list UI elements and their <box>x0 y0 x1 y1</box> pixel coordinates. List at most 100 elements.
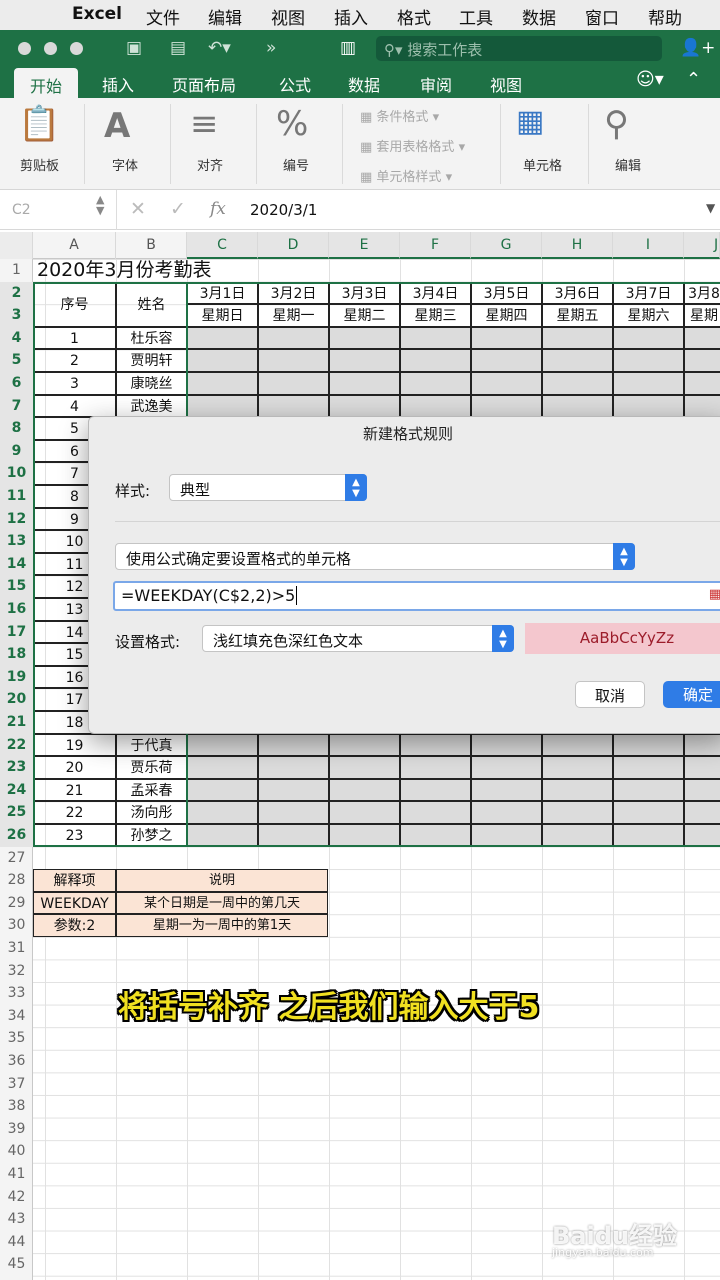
column-header-h[interactable]: H <box>542 232 613 259</box>
menu-window[interactable]: 窗口 <box>585 4 619 29</box>
row-header[interactable]: 15 <box>0 575 33 598</box>
row-header[interactable]: 20 <box>0 688 33 711</box>
smiley-feedback-icon[interactable]: ☺▾ <box>636 69 664 90</box>
attendance-cell[interactable] <box>187 349 258 372</box>
row-no[interactable]: 4 <box>33 394 116 418</box>
attendance-cell[interactable] <box>187 394 258 418</box>
row-header[interactable]: 11 <box>0 485 33 508</box>
attendance-cell[interactable] <box>542 733 613 757</box>
attendance-cell[interactable] <box>613 824 684 847</box>
cell-style-button[interactable]: ▦ 单元格样式 ▾ <box>360 166 452 185</box>
row-header[interactable]: 29 <box>0 892 33 915</box>
row-header[interactable]: 13 <box>0 530 33 553</box>
date-header[interactable]: 3月7日 <box>613 281 684 305</box>
column-header-b[interactable]: B <box>116 232 187 259</box>
attendance-cell[interactable] <box>542 801 613 824</box>
attendance-cell[interactable] <box>187 756 258 779</box>
row-header[interactable]: 23 <box>0 756 33 779</box>
align-icon[interactable]: ≡ <box>190 104 219 144</box>
row-no[interactable]: 3 <box>33 372 116 395</box>
expand-formula-icon[interactable]: ▼ <box>706 201 715 215</box>
rule-type-dropdown[interactable]: 使用公式确定要设置格式的单元格 ▲ ▼ <box>115 543 635 570</box>
row-header[interactable]: 6 <box>0 372 33 395</box>
row-name[interactable]: 于代真 <box>116 733 187 757</box>
row-header[interactable]: 14 <box>0 552 33 576</box>
row-header[interactable]: 2 <box>0 281 33 305</box>
zoom-window-button[interactable] <box>70 42 83 55</box>
attendance-cell[interactable] <box>258 394 329 418</box>
row-name[interactable]: 武逸美 <box>116 394 187 418</box>
menu-file[interactable]: 文件 <box>146 4 180 29</box>
attendance-cell[interactable] <box>400 733 471 757</box>
attendance-cell[interactable] <box>684 326 720 350</box>
notes-term[interactable]: WEEKDAY <box>33 891 116 915</box>
attendance-cell[interactable] <box>471 394 542 418</box>
tab-home[interactable]: 开始 <box>14 68 78 98</box>
row-header[interactable]: 24 <box>0 778 33 802</box>
formula-input[interactable]: 2020/3/1 <box>250 201 317 219</box>
row-header[interactable]: 35 <box>0 1027 33 1050</box>
row-header[interactable]: 21 <box>0 711 33 734</box>
tab-review[interactable]: 审阅 <box>420 72 452 96</box>
attendance-cell[interactable] <box>684 372 720 395</box>
format-dropdown[interactable]: 浅红填充色深红色文本 ▲ ▼ <box>202 625 514 652</box>
attendance-cell[interactable] <box>613 326 684 350</box>
row-header[interactable]: 39 <box>0 1118 33 1141</box>
paste-icon[interactable]: 📋 <box>18 104 60 144</box>
more-icon[interactable]: » <box>266 38 276 58</box>
attendance-cell[interactable] <box>329 326 400 350</box>
sidebar-toggle-icon[interactable]: ▣ <box>126 38 142 58</box>
weekday-header[interactable]: 星期二 <box>329 304 400 327</box>
attendance-cell[interactable] <box>542 326 613 350</box>
tab-page-layout[interactable]: 页面布局 <box>172 72 236 96</box>
attendance-cell[interactable] <box>400 801 471 824</box>
row-header[interactable]: 41 <box>0 1163 33 1186</box>
attendance-cell[interactable] <box>329 778 400 802</box>
row-no[interactable]: 1 <box>33 326 116 350</box>
style-dropdown[interactable]: 典型 ▲ ▼ <box>169 474 367 501</box>
row-header[interactable]: 43 <box>0 1208 33 1231</box>
date-header[interactable]: 3月1日 <box>187 281 258 305</box>
menu-edit[interactable]: 编辑 <box>208 4 242 29</box>
attendance-cell[interactable] <box>187 801 258 824</box>
attendance-cell[interactable] <box>471 778 542 802</box>
close-window-button[interactable] <box>18 42 31 55</box>
attendance-cell[interactable] <box>400 824 471 847</box>
row-header[interactable]: 45 <box>0 1253 33 1276</box>
row-name[interactable]: 孙梦之 <box>116 824 187 847</box>
header-no[interactable]: 序号 <box>33 281 116 327</box>
attendance-cell[interactable] <box>329 394 400 418</box>
row-header[interactable]: 7 <box>0 394 33 418</box>
confirm-formula-icon[interactable]: ✓ <box>170 198 186 220</box>
attendance-cell[interactable] <box>187 326 258 350</box>
row-header[interactable]: 8 <box>0 417 33 440</box>
attendance-cell[interactable] <box>542 756 613 779</box>
attendance-cell[interactable] <box>471 801 542 824</box>
menu-format[interactable]: 格式 <box>397 4 431 29</box>
name-box-stepper[interactable]: ▲ ▼ <box>96 194 104 216</box>
cancel-formula-icon[interactable]: ✕ <box>130 198 146 220</box>
attendance-cell[interactable] <box>684 733 720 757</box>
conditional-format-button[interactable]: ▦ 条件格式 ▾ <box>360 106 439 125</box>
attendance-cell[interactable] <box>187 824 258 847</box>
percent-icon[interactable]: % <box>276 104 308 144</box>
ok-button[interactable]: 确定 <box>663 681 720 708</box>
menu-app-name[interactable]: Excel <box>72 4 122 24</box>
weekday-header[interactable]: 星期五 <box>542 304 613 327</box>
tab-data[interactable]: 数据 <box>348 72 380 96</box>
save-icon[interactable]: ▤ <box>170 38 186 58</box>
row-name[interactable]: 贾乐荷 <box>116 756 187 779</box>
row-header[interactable]: 10 <box>0 462 33 485</box>
row-header[interactable]: 16 <box>0 598 33 621</box>
row-header[interactable]: 22 <box>0 733 33 757</box>
search-edit-icon[interactable]: ⚲ <box>604 104 629 144</box>
attendance-cell[interactable] <box>471 733 542 757</box>
attendance-cell[interactable] <box>329 733 400 757</box>
date-header[interactable]: 3月2日 <box>258 281 329 305</box>
attendance-cell[interactable] <box>329 756 400 779</box>
attendance-cell[interactable] <box>542 824 613 847</box>
row-header[interactable]: 36 <box>0 1050 33 1073</box>
column-header-e[interactable]: E <box>329 232 400 259</box>
notes-header[interactable]: 说明 <box>116 869 328 892</box>
row-name[interactable]: 康晓丝 <box>116 372 187 395</box>
